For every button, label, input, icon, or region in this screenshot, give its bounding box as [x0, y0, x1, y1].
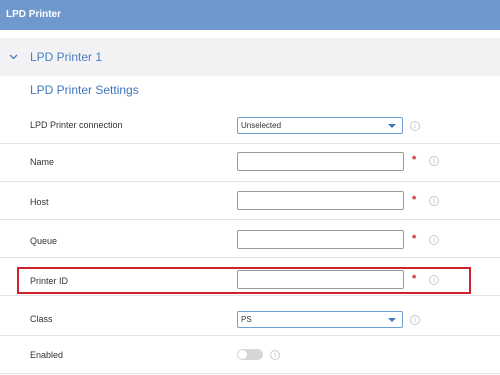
chevron-down-icon[interactable]	[9, 52, 18, 61]
page-title: LPD Printer	[6, 9, 62, 20]
connection-select[interactable]: Unselected	[237, 117, 403, 134]
dropdown-arrow-icon	[388, 318, 396, 322]
info-icon[interactable]: i	[410, 121, 420, 131]
queue-input[interactable]	[237, 230, 404, 249]
enabled-label: Enabled	[30, 350, 64, 360]
dropdown-arrow-icon	[388, 124, 396, 128]
queue-label: Queue	[30, 236, 58, 246]
section-title: LPD Printer 1	[30, 50, 103, 64]
connection-select-value: Unselected	[241, 121, 282, 130]
name-input[interactable]	[237, 152, 404, 171]
class-select-value: PS	[241, 315, 252, 324]
info-icon[interactable]: i	[410, 315, 420, 325]
connection-label: LPD Printer connection	[30, 120, 123, 130]
host-label: Host	[30, 197, 49, 207]
info-icon[interactable]: i	[429, 156, 439, 166]
printer-id-highlight-box	[17, 267, 471, 294]
enabled-toggle[interactable]	[237, 349, 263, 360]
info-icon[interactable]: i	[429, 235, 439, 245]
host-input[interactable]	[237, 191, 404, 210]
required-marker: *	[412, 154, 417, 166]
toggle-knob	[238, 350, 247, 359]
class-label: Class	[30, 314, 53, 324]
required-marker: *	[412, 194, 417, 206]
info-icon[interactable]: i	[270, 350, 280, 360]
top-bar: LPD Printer	[0, 0, 500, 30]
class-select[interactable]: PS	[237, 311, 403, 328]
section-header-lpd-printer-1[interactable]: LPD Printer 1	[0, 38, 500, 76]
info-icon[interactable]: i	[429, 196, 439, 206]
settings-title: LPD Printer Settings	[30, 83, 139, 97]
name-label: Name	[30, 157, 55, 167]
required-marker: *	[412, 233, 417, 245]
